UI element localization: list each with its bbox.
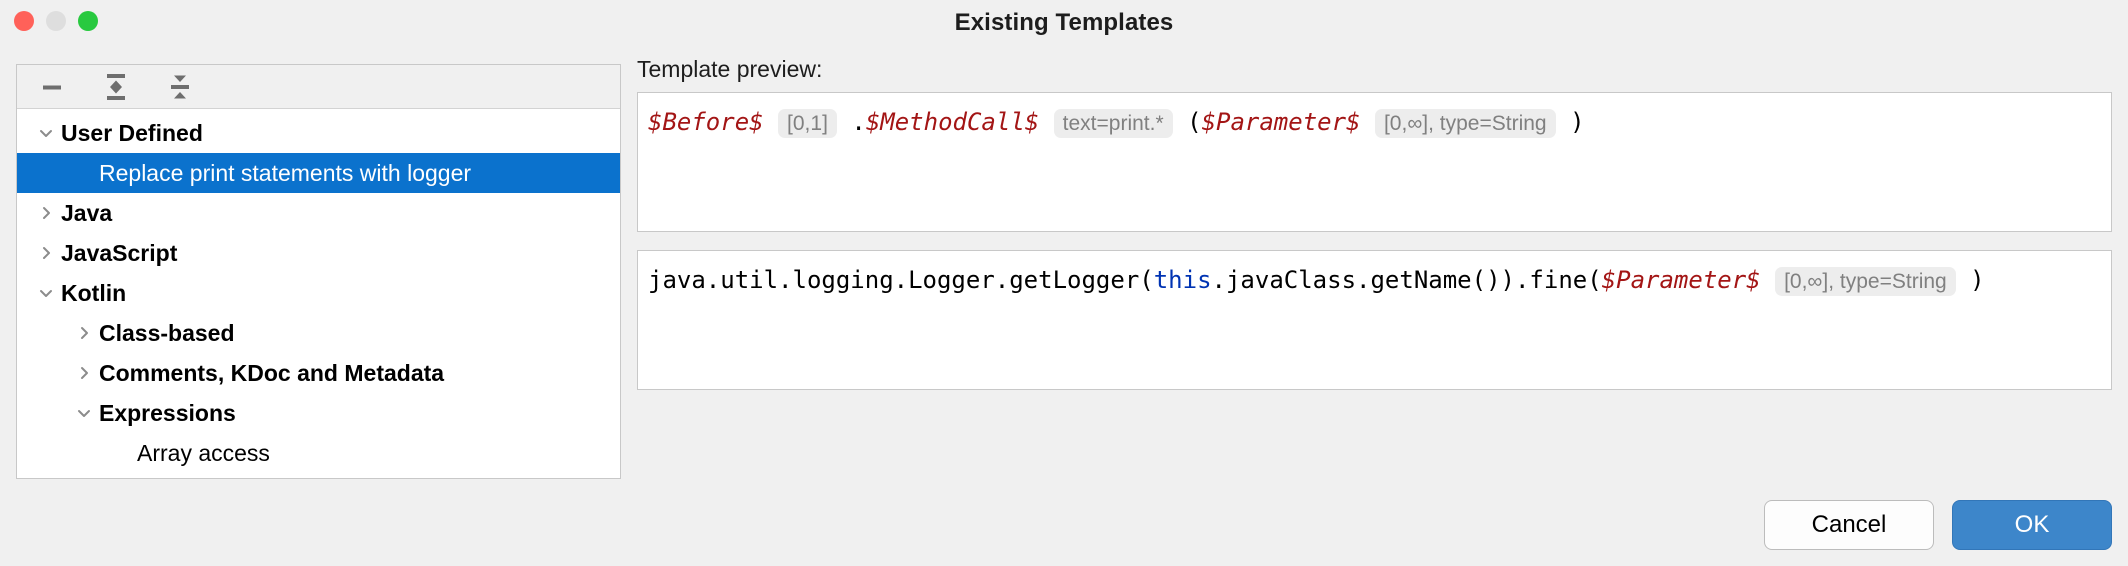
chevron-right-icon[interactable] <box>31 243 61 263</box>
template-preview-label: Template preview: <box>637 56 823 82</box>
title-bar: Existing Templates <box>0 0 2128 46</box>
template-variable: $Parameter$ <box>1601 266 1761 294</box>
chevron-down-icon[interactable] <box>31 283 61 303</box>
code-text: . <box>851 108 866 136</box>
window-title: Existing Templates <box>954 9 1174 36</box>
template-variable: $MethodCall$ <box>865 108 1040 136</box>
tree-item[interactable]: Comments, KDoc and Metadata <box>17 353 620 393</box>
ok-button[interactable]: OK <box>1952 500 2112 550</box>
tree-item[interactable]: Class-based <box>17 313 620 353</box>
replace-template-preview[interactable]: java.util.logging.Logger.getLogger(this.… <box>637 250 2112 390</box>
tree-toolbar <box>17 65 620 109</box>
expand-all-icon[interactable] <box>95 70 137 104</box>
code-text: java.util.logging.Logger.getLogger( <box>648 266 1154 294</box>
chevron-down-icon[interactable] <box>69 403 99 423</box>
templates-tree-panel: User Defined Replace print statements wit… <box>16 64 621 479</box>
chevron-right-icon[interactable] <box>31 203 61 223</box>
existing-templates-dialog: Existing Templates User Defined Replace … <box>0 0 2128 566</box>
tree-item[interactable]: Expressions <box>17 393 620 433</box>
tree-item[interactable]: Array access <box>17 433 620 473</box>
replace-template-text: java.util.logging.Logger.getLogger(this.… <box>648 263 2101 299</box>
tree-item[interactable]: User Defined <box>17 113 620 153</box>
variable-constraint-chip: [0,1] <box>778 109 837 138</box>
code-text: ( <box>1187 108 1202 136</box>
dialog-footer: Cancel OK <box>1764 500 2112 550</box>
template-variable: $Before$ <box>648 108 764 136</box>
tree-item-label: Kotlin <box>61 279 127 306</box>
chevron-down-icon[interactable] <box>31 123 61 143</box>
templates-tree[interactable]: User Defined Replace print statements wit… <box>17 109 620 478</box>
variable-constraint-chip: text=print.* <box>1053 109 1173 138</box>
tree-item-label: Array access <box>137 439 270 466</box>
variable-constraint-chip: [0,∞], type=String <box>1374 109 1556 138</box>
search-template-text: $Before$ [0,1] .$MethodCall$ text=print.… <box>648 105 2101 141</box>
tree-item-label: User Defined <box>61 119 203 146</box>
tree-item-label: Expressions <box>99 399 236 426</box>
tree-item-label: Class-based <box>99 319 235 346</box>
code-text: ) <box>1970 266 1985 294</box>
code-text: .javaClass.getName()).fine( <box>1211 266 1602 294</box>
chevron-right-icon[interactable] <box>69 323 99 343</box>
collapse-all-icon[interactable] <box>159 70 201 104</box>
tree-item[interactable]: Kotlin <box>17 273 620 313</box>
code-keyword: this <box>1153 266 1212 294</box>
tree-item[interactable]: Java <box>17 193 620 233</box>
template-variable: $Parameter$ <box>1201 108 1361 136</box>
tree-item-label: Comments, KDoc and Metadata <box>99 359 445 386</box>
preview-section: Template preview: $Before$ [0,1] .$Metho… <box>637 56 2112 390</box>
tree-item[interactable]: Replace print statements with logger <box>17 153 620 193</box>
tree-item-label: Java <box>61 199 113 226</box>
variable-constraint-chip: [0,∞], type=String <box>1775 267 1956 296</box>
remove-icon[interactable] <box>31 70 73 104</box>
chevron-right-icon[interactable] <box>69 363 99 383</box>
tree-item[interactable]: JavaScript <box>17 233 620 273</box>
tree-item-label: Replace print statements with logger <box>99 159 472 186</box>
cancel-button[interactable]: Cancel <box>1764 500 1934 550</box>
code-text: ) <box>1570 108 1585 136</box>
tree-item-label: JavaScript <box>61 239 178 266</box>
search-template-preview[interactable]: $Before$ [0,1] .$MethodCall$ text=print.… <box>637 92 2112 232</box>
